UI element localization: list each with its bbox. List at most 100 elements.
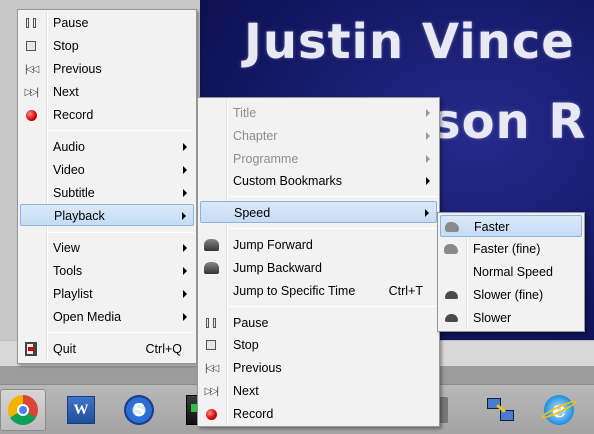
menu-separator <box>48 232 194 233</box>
menu-item-label: Record <box>53 108 94 122</box>
menu-item-record[interactable]: Record <box>200 403 437 425</box>
menu-item-playlist[interactable]: Playlist <box>20 283 194 305</box>
submenu-arrow-icon <box>183 267 187 275</box>
menu-item-label: Title <box>233 106 257 120</box>
menu-item-label: Slower <box>473 311 512 325</box>
next-icon: ▷▷| <box>204 385 220 397</box>
playback-submenu: Title Chapter Programme Custom Bookmarks… <box>197 97 440 427</box>
submenu-arrow-icon <box>426 109 430 117</box>
menu-item-previous[interactable]: |◁◁ Previous <box>200 357 437 379</box>
menu-item-jump-to-time[interactable]: Jump to Specific Time Ctrl+T <box>200 280 437 302</box>
menu-separator <box>48 130 194 131</box>
menu-item-label: Playlist <box>53 287 93 301</box>
submenu-arrow-icon <box>183 290 187 298</box>
menu-item-label: Next <box>53 85 79 99</box>
turtle-icon <box>443 287 459 303</box>
menu-item-jump-forward[interactable]: Jump Forward <box>200 234 437 256</box>
taskbar-ie-button[interactable]: e <box>536 389 582 431</box>
menu-item-record[interactable]: Record <box>20 104 194 126</box>
menu-item-label: Jump Backward <box>233 261 322 275</box>
menu-item-next[interactable]: ▷▷| Next <box>20 81 194 103</box>
submenu-arrow-icon <box>183 244 187 252</box>
menu-item-pause[interactable]: Pause <box>200 312 437 334</box>
menu-item-slower-fine[interactable]: Slower (fine) <box>440 284 582 306</box>
menu-item-label: Jump to Specific Time <box>233 284 356 298</box>
next-icon: ▷▷| <box>24 86 40 98</box>
stop-icon <box>203 337 219 353</box>
menu-item-label: Open Media <box>53 310 122 324</box>
menu-item-label: Pause <box>53 16 89 30</box>
previous-icon: |◁◁ <box>204 362 220 374</box>
menu-item-faster-fine[interactable]: Faster (fine) <box>440 238 582 260</box>
menu-item-label: Subtitle <box>53 186 95 200</box>
menu-item-stop[interactable]: Stop <box>20 35 194 57</box>
menu-item-faster[interactable]: Faster <box>440 215 582 237</box>
menu-item-label: Next <box>233 384 259 398</box>
menu-separator <box>228 196 437 197</box>
sync-icon: S <box>124 395 154 425</box>
menu-item-normal-speed[interactable]: Normal Speed <box>440 261 582 283</box>
menu-item-label: Video <box>53 163 85 177</box>
video-text-line-1: Justin Vince <box>244 14 575 70</box>
rabbit-icon <box>443 241 459 257</box>
menu-item-quit[interactable]: Quit Ctrl+Q <box>20 338 194 360</box>
menu-item-label: View <box>53 241 80 255</box>
menu-item-label: Faster (fine) <box>473 242 541 256</box>
menu-item-label: Slower (fine) <box>473 288 544 302</box>
menu-item-pause[interactable]: Pause <box>20 12 194 34</box>
menu-separator <box>228 306 437 307</box>
ie-icon: e <box>540 395 578 425</box>
taskbar-chrome-button[interactable] <box>0 389 46 431</box>
menu-item-label: Stop <box>53 39 79 53</box>
menu-item-custom-bookmarks[interactable]: Custom Bookmarks <box>200 170 437 192</box>
menu-item-speed[interactable]: Speed <box>200 201 437 223</box>
menu-separator <box>228 228 437 229</box>
menu-item-video[interactable]: Video <box>20 159 194 181</box>
menu-item-previous[interactable]: |◁◁ Previous <box>20 58 194 80</box>
record-icon <box>203 406 219 422</box>
menu-item-playback[interactable]: Playback <box>20 204 194 226</box>
submenu-arrow-icon <box>183 143 187 151</box>
menu-item-next[interactable]: ▷▷| Next <box>200 380 437 402</box>
taskbar-network-button[interactable] <box>478 389 524 431</box>
menu-item-audio[interactable]: Audio <box>20 136 194 158</box>
network-icon <box>486 395 516 425</box>
menu-item-label: Playback <box>54 209 105 223</box>
menu-item-label: Jump Forward <box>233 238 313 252</box>
quit-icon <box>23 341 39 357</box>
submenu-arrow-icon <box>426 177 430 185</box>
menu-item-slower[interactable]: Slower <box>440 307 582 329</box>
menu-item-label: Stop <box>233 338 259 352</box>
menu-item-programme[interactable]: Programme <box>200 148 437 170</box>
menu-item-label: Previous <box>53 62 102 76</box>
menu-item-label: Record <box>233 407 274 421</box>
submenu-arrow-icon <box>182 212 186 220</box>
menu-item-tools[interactable]: Tools <box>20 260 194 282</box>
menu-item-stop[interactable]: Stop <box>200 334 437 356</box>
turtle-icon <box>443 310 459 326</box>
menu-item-view[interactable]: View <box>20 237 194 259</box>
menu-item-label: Previous <box>233 361 282 375</box>
pause-icon <box>203 315 219 331</box>
menu-item-label: Faster <box>474 220 510 234</box>
menu-separator <box>48 332 194 333</box>
taskbar-word-button[interactable]: W <box>58 389 104 431</box>
speed-submenu: Faster Faster (fine) Normal Speed Slower… <box>437 212 585 332</box>
menu-item-shortcut: Ctrl+T <box>388 284 423 298</box>
word-icon: W <box>67 396 95 424</box>
chrome-icon <box>8 395 38 425</box>
taskbar-sync-button[interactable]: S <box>116 389 162 431</box>
submenu-arrow-icon <box>183 166 187 174</box>
menu-item-jump-backward[interactable]: Jump Backward <box>200 257 437 279</box>
menu-item-title[interactable]: Title <box>200 102 437 124</box>
menu-item-chapter[interactable]: Chapter <box>200 125 437 147</box>
submenu-arrow-icon <box>426 155 430 163</box>
video-text-line-2: son R <box>432 94 587 150</box>
main-context-menu: Pause Stop |◁◁ Previous ▷▷| Next Record … <box>17 9 197 364</box>
menu-item-label: Normal Speed <box>473 265 553 279</box>
jump-forward-icon <box>203 237 219 253</box>
menu-item-open-media[interactable]: Open Media <box>20 306 194 328</box>
submenu-arrow-icon <box>183 189 187 197</box>
menu-item-label: Pause <box>233 316 269 330</box>
menu-item-subtitle[interactable]: Subtitle <box>20 182 194 204</box>
